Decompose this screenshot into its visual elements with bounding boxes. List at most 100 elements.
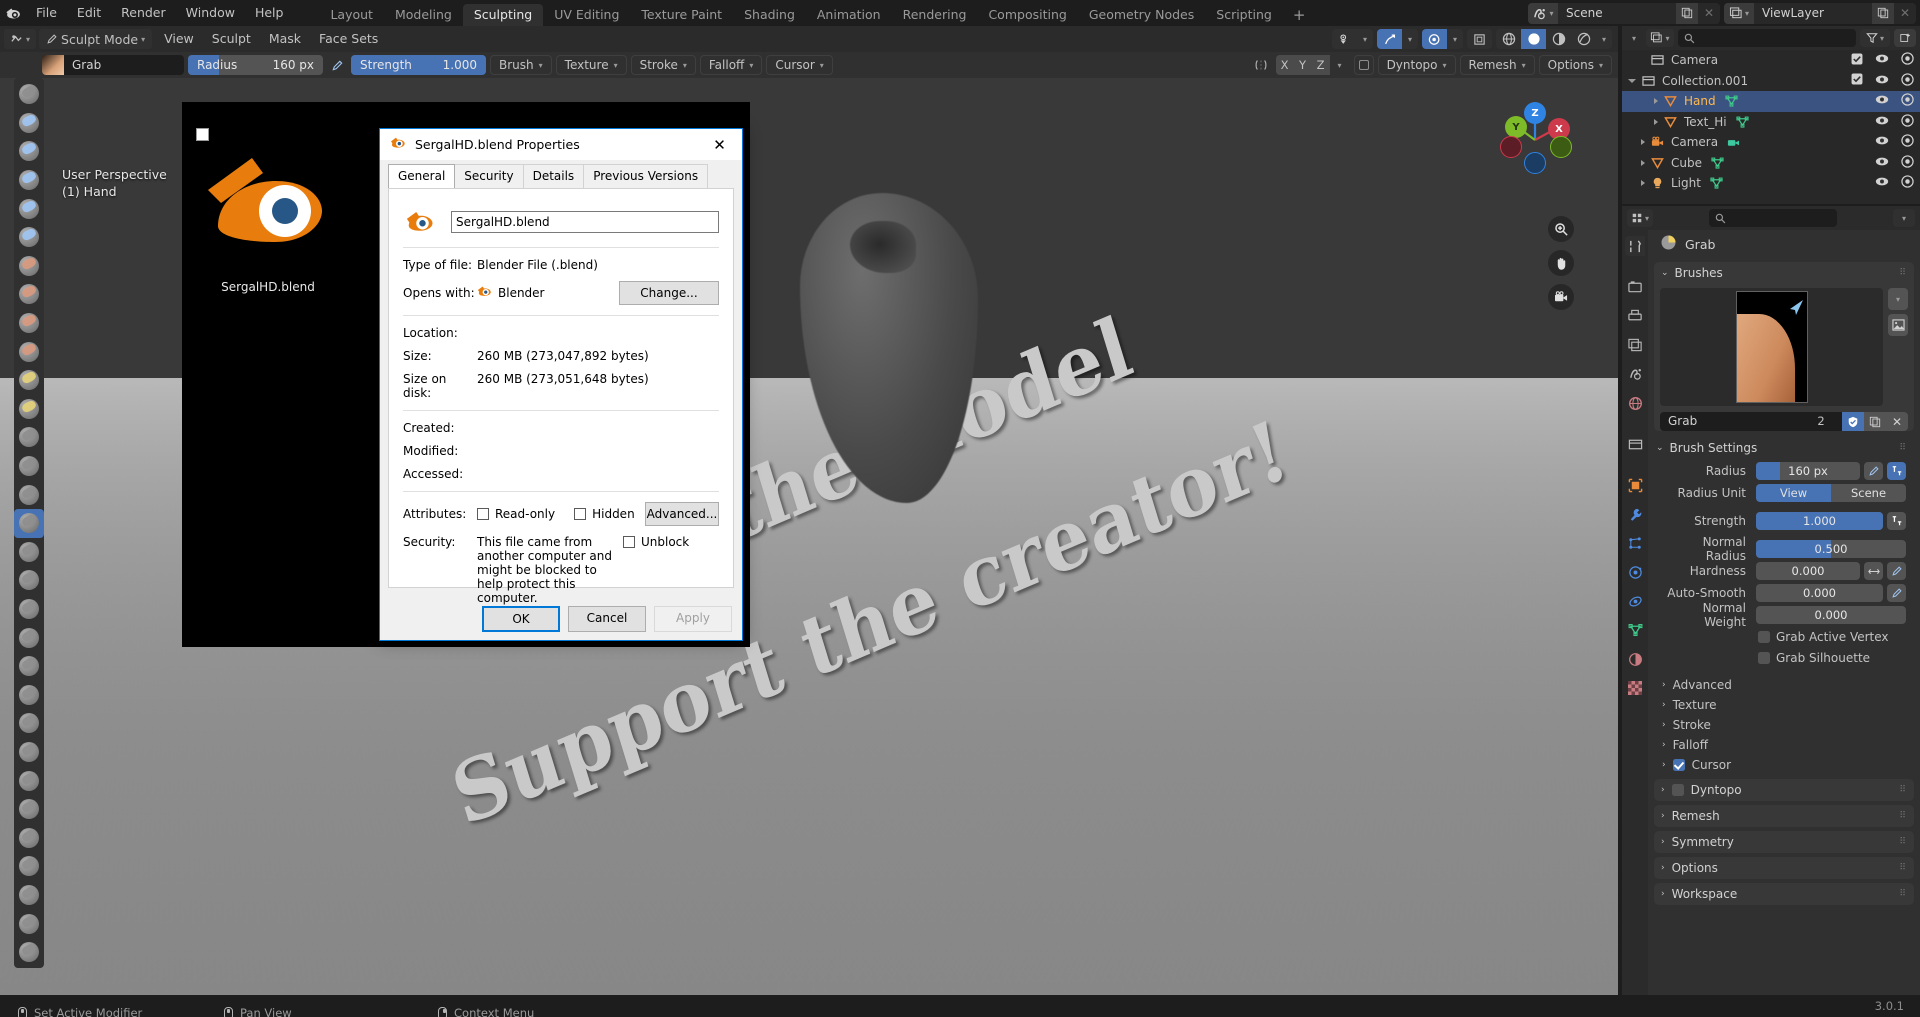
outliner-row-text-hi[interactable]: Text_Hi — [1622, 112, 1920, 133]
tool-nudge-icon[interactable] — [14, 652, 44, 681]
menu-file[interactable]: File — [26, 0, 67, 26]
blend-file-thumbnail-icon[interactable] — [200, 148, 330, 264]
tool-flatten-icon[interactable] — [14, 366, 44, 395]
tool-slide-relax-icon[interactable] — [14, 709, 44, 738]
viewport-menu-mask[interactable]: Mask — [260, 29, 310, 49]
mesh-data-icon[interactable] — [1736, 116, 1749, 128]
tool-box-mask-icon[interactable] — [14, 881, 44, 910]
brush-selector[interactable]: Grab — [42, 55, 184, 75]
menu-window[interactable]: Window — [176, 0, 245, 26]
camera-data-icon[interactable] — [1727, 136, 1740, 148]
properties-tab-object[interactable] — [1625, 475, 1645, 495]
unblock-checkbox[interactable] — [623, 536, 635, 548]
gizmo-axis-z[interactable]: Z — [1524, 102, 1546, 124]
brushes-panel-header[interactable]: ⌄ Brushes ⠿ — [1654, 262, 1914, 284]
disable-in-render-icon[interactable] — [1901, 52, 1914, 68]
drag-handle-icon[interactable]: ⠿ — [1899, 786, 1907, 795]
scene-icon[interactable]: ▾ — [1528, 2, 1558, 24]
dialog-cancel-button[interactable]: Cancel — [568, 606, 646, 632]
tool-draw-sharp-icon[interactable] — [14, 109, 44, 138]
outliner-new-collection-icon[interactable] — [1894, 29, 1916, 47]
tool-clay-strips-icon[interactable] — [14, 166, 44, 195]
outliner-row-collection-001[interactable]: Collection.001 — [1622, 71, 1920, 92]
segmented-control[interactable]: View Scene — [1756, 484, 1906, 502]
workspace-tab-layout[interactable]: Layout — [319, 4, 384, 26]
panel-checkbox[interactable] — [1671, 784, 1684, 796]
delete-scene-button[interactable]: ✕ — [1698, 2, 1720, 24]
readonly-checkbox[interactable] — [477, 508, 489, 520]
duplicate-brush-icon[interactable] — [1864, 412, 1886, 431]
tool-draw-icon[interactable] — [14, 80, 44, 109]
popover-brush[interactable]: Brush ▾ — [490, 55, 552, 75]
outliner-filter-icon[interactable]: ▾ — [1860, 29, 1890, 47]
popover-cursor[interactable]: Cursor ▾ — [766, 55, 833, 75]
zoom-icon[interactable] — [1548, 216, 1574, 242]
properties-tab-output[interactable] — [1625, 306, 1645, 326]
properties-tab-data[interactable] — [1625, 620, 1645, 640]
proportional-edit-popover[interactable]: ▾ — [1422, 29, 1463, 49]
unified-icon[interactable] — [1887, 512, 1906, 530]
menu-render[interactable]: Render — [111, 0, 176, 26]
gizmo-axis-neg-y[interactable] — [1550, 136, 1572, 158]
expand-right-icon[interactable] — [1654, 98, 1658, 105]
symmetry-icon[interactable] — [1250, 56, 1272, 74]
dyntopo-toggle-checkbox[interactable] — [1353, 55, 1374, 75]
mesh-data-icon[interactable] — [1725, 95, 1738, 107]
workspace-tab-scripting[interactable]: Scripting — [1205, 4, 1283, 26]
viewlayer-icon[interactable]: ▾ — [1724, 2, 1754, 24]
hidden-checkbox[interactable] — [574, 508, 587, 520]
workspace-tab-compositing[interactable]: Compositing — [977, 4, 1077, 26]
properties-tab-constraints[interactable] — [1625, 591, 1645, 611]
properties-tab-material[interactable] — [1625, 649, 1645, 669]
outliner-editor-type-icon[interactable]: ▾ — [1626, 29, 1642, 47]
mesh-data-icon[interactable] — [1711, 157, 1724, 169]
popover-options[interactable]: Options ▾ — [1538, 55, 1612, 75]
properties-tab-viewlayer[interactable] — [1625, 335, 1645, 355]
symmetry-popover[interactable]: ▾ — [1329, 55, 1350, 75]
properties-tab-particles[interactable] — [1625, 533, 1645, 553]
expand-down-icon[interactable] — [1628, 78, 1636, 83]
subpanel-falloff[interactable]: › Falloff — [1648, 735, 1920, 755]
hide-in-viewport-icon[interactable] — [1875, 176, 1889, 190]
expand-right-icon[interactable] — [1641, 159, 1645, 166]
tool-layer-icon[interactable] — [14, 223, 44, 252]
symmetry-axis-y[interactable]: Y — [1293, 55, 1312, 75]
unlink-brush-icon[interactable]: ✕ — [1886, 412, 1908, 431]
outliner-row-light[interactable]: Light — [1622, 173, 1920, 194]
dialog-tab-previous-versions[interactable]: Previous Versions — [583, 164, 709, 188]
dialog-ok-button[interactable]: OK — [482, 606, 560, 632]
panel-dyntopo[interactable]: › Dyntopo ⠿ — [1654, 779, 1914, 801]
outliner-display-mode[interactable]: ▾ — [1646, 29, 1674, 47]
gizmo-axis-y[interactable]: Y — [1505, 116, 1527, 138]
workspace-tab-rendering[interactable]: Rendering — [892, 4, 978, 26]
subpanel-advanced[interactable]: › Advanced — [1648, 675, 1920, 695]
checkbox-box[interactable] — [1758, 631, 1770, 643]
drag-handle-icon[interactable]: ⠿ — [1899, 444, 1907, 453]
properties-tab-collection[interactable] — [1625, 434, 1645, 454]
gizmo-axis-neg-z[interactable] — [1524, 152, 1546, 174]
subpanel-checkbox[interactable] — [1672, 759, 1685, 771]
tool-clay-icon[interactable] — [14, 137, 44, 166]
outliner-row-cube[interactable]: Cube — [1622, 153, 1920, 174]
blender-logo-icon[interactable] — [0, 0, 26, 26]
workspace-tab-uv-editing[interactable]: UV Editing — [543, 4, 630, 26]
shading-modes[interactable]: ▾ — [1496, 29, 1612, 49]
drag-handle-icon[interactable]: ⠿ — [1899, 838, 1907, 847]
filename-input[interactable]: SergalHD.blend — [451, 211, 719, 233]
outliner-row-camera[interactable]: Camera — [1622, 132, 1920, 153]
checkbox-grab-silhouette[interactable]: Grab Silhouette — [1758, 649, 1906, 667]
dialog-tab-general[interactable]: General — [388, 164, 456, 188]
workspace-tab-animation[interactable]: Animation — [806, 4, 892, 26]
tool-smooth-icon[interactable] — [14, 337, 44, 366]
subpanel-stroke[interactable]: › Stroke — [1648, 715, 1920, 735]
light-data-icon[interactable] — [1710, 177, 1723, 189]
tool-fill-icon[interactable] — [14, 395, 44, 424]
menu-edit[interactable]: Edit — [67, 0, 111, 26]
tool-clay-thumb-icon[interactable] — [14, 194, 44, 223]
viewport-menu-sculpt[interactable]: Sculpt — [203, 29, 260, 49]
new-scene-button[interactable] — [1676, 2, 1698, 24]
panel-symmetry[interactable]: › Symmetry ⠿ — [1654, 831, 1914, 853]
properties-search-input[interactable] — [1709, 209, 1837, 227]
fake-user-icon[interactable] — [1842, 412, 1864, 431]
workspace-tab-sculpting[interactable]: Sculpting — [462, 4, 544, 26]
